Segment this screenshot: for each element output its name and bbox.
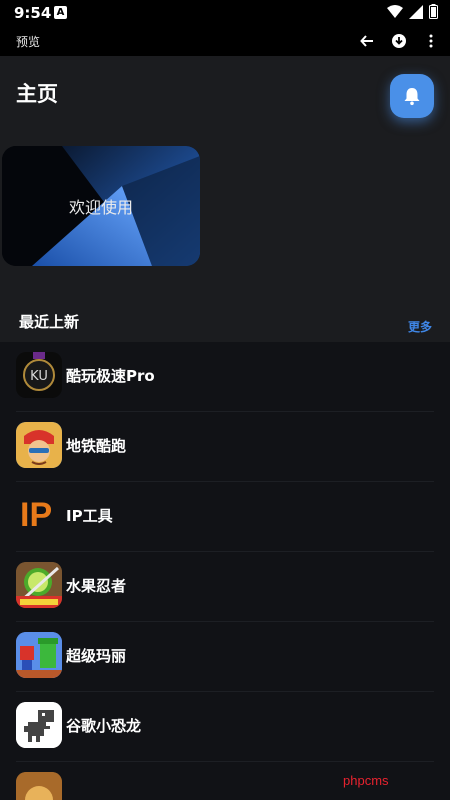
notification-badge-icon: A: [54, 6, 67, 19]
back-arrow-icon[interactable]: [356, 30, 378, 52]
battery-icon: [429, 4, 438, 19]
status-icons: [387, 4, 438, 19]
app-list: KU 酷玩极速Pro 地铁酷跑 IP IP工具 水果忍者 超级玛丽 谷歌小恐龙: [0, 342, 450, 800]
app-bar-actions: [356, 30, 442, 52]
list-item[interactable]: 超级玛丽: [0, 622, 450, 692]
ip-icon-text: IP: [20, 496, 53, 534]
app-bar-title: 预览: [16, 35, 41, 49]
list-item[interactable]: 地铁酷跑: [0, 412, 450, 482]
app-name: 酷玩极速Pro: [66, 367, 155, 385]
list-item[interactable]: 谷歌小恐龙: [0, 692, 450, 762]
app-bar: 预览: [0, 26, 450, 56]
super-mario-icon: [16, 632, 62, 678]
dino-icon: [16, 702, 62, 748]
subway-runner-icon: [16, 422, 62, 468]
app-name: 地铁酷跑: [66, 437, 127, 455]
section-header: 最近上新 更多: [0, 302, 450, 342]
fruit-ninja-icon: [16, 562, 62, 608]
download-icon[interactable]: [388, 30, 410, 52]
list-item[interactable]: KU 酷玩极速Pro: [0, 342, 450, 412]
more-link[interactable]: 更多: [408, 318, 432, 335]
list-item[interactable]: 水果忍者: [0, 552, 450, 622]
main-content: 主页 欢迎使用 最近上新 更多 KU 酷玩极速Pro 地铁酷跑 IP IP工具 …: [0, 56, 450, 800]
app-name: 超级玛丽: [66, 647, 127, 665]
ip-tool-icon: IP: [16, 492, 62, 538]
page-title: 主页: [16, 82, 58, 106]
notification-button[interactable]: [390, 74, 434, 118]
svg-text:KU: KU: [30, 369, 48, 384]
app-icon: [16, 772, 62, 800]
welcome-banner[interactable]: 欢迎使用: [2, 146, 200, 266]
status-time: 9:54: [14, 4, 52, 22]
signal-icon: [409, 4, 423, 19]
section-title: 最近上新: [19, 313, 80, 331]
ku-app-icon: KU: [16, 352, 62, 398]
app-name: 谷歌小恐龙: [66, 717, 142, 735]
more-vert-icon[interactable]: [420, 30, 442, 52]
list-item[interactable]: IP IP工具: [0, 482, 450, 552]
app-name: 水果忍者: [66, 577, 127, 595]
bell-icon: [404, 88, 420, 106]
status-bar: 9:54 A: [0, 0, 450, 26]
app-name: IP工具: [66, 507, 113, 525]
banner-text: 欢迎使用: [68, 198, 133, 217]
wifi-icon: [387, 4, 403, 18]
watermark: phpcms: [343, 773, 389, 788]
